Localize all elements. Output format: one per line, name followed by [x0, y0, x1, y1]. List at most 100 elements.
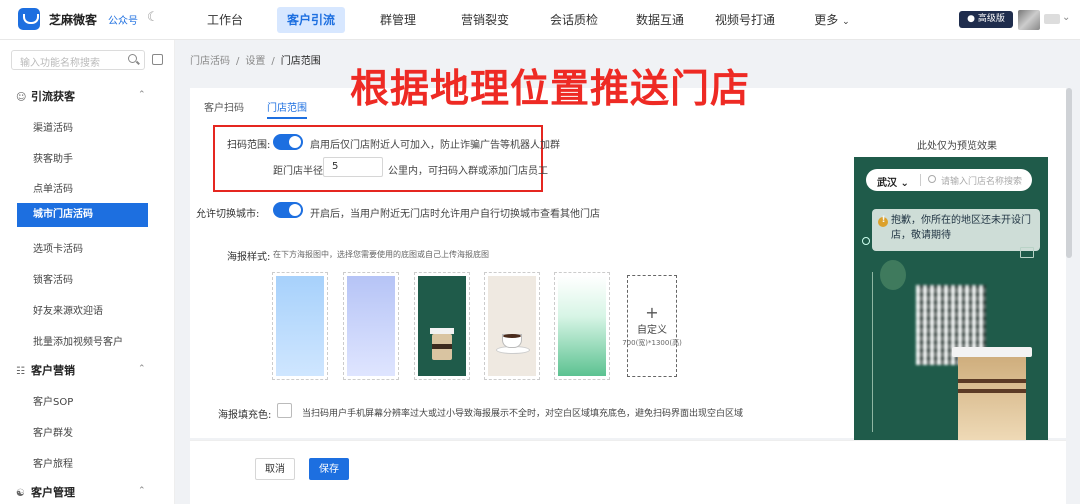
sidebar-item-customer-broadcast[interactable]: 客户群发 [33, 424, 73, 439]
cancel-button[interactable]: 取消 [255, 458, 295, 480]
notice-text: 抱歉，你所在的地区还未开设门店，敬请期待 [891, 215, 1031, 241]
tab-customer-scan[interactable]: 客户扫码 [204, 99, 244, 114]
sidebar-item-welcome-message[interactable]: 好友来源欢迎语 [33, 302, 103, 317]
nav-more-label: 更多 [814, 13, 839, 27]
nav-data-interop[interactable]: 数据互通 [634, 0, 686, 40]
annotation-headline: 根据地理位置推送门店 [350, 67, 751, 112]
save-button[interactable]: 保存 [309, 458, 349, 480]
moon-icon[interactable]: ☾ [147, 10, 159, 25]
coffee-cup-icon [430, 328, 454, 360]
sidebar-item-customer-sop[interactable]: 客户SOP [33, 393, 73, 408]
brand-sub-link[interactable]: 公众号 [108, 12, 138, 27]
preview-search-placeholder: 请输入门店名称搜索 [941, 177, 1023, 187]
cup-stripe [958, 379, 1026, 383]
poster-upload-custom[interactable]: + 自定义 700(宽)*1300(高) [622, 272, 682, 380]
sidebar-group-label: 引流获客 [31, 90, 75, 103]
brand-logo-icon[interactable] [18, 8, 40, 30]
nav-marketing-fission[interactable]: 营销裂变 [459, 0, 511, 40]
search-icon[interactable] [128, 54, 137, 63]
tab-store-range[interactable]: 门店范围 [267, 99, 307, 119]
custom-size: 700(宽)*1300(高) [622, 338, 682, 347]
preview-search-bar[interactable]: 武汉 ⌄ 请输入门店名称搜索 [866, 169, 1032, 191]
poster-option-4[interactable] [484, 272, 540, 380]
radius-label: 距门店半径 [273, 166, 323, 177]
scan-range-label: 扫码范围: [227, 140, 271, 151]
chevron-up-icon[interactable]: ⌃ [138, 486, 146, 496]
leaf-icon [862, 237, 870, 245]
sidebar-group-customer-management[interactable]: ☯ 客户管理 [16, 484, 75, 500]
sidebar-toggle-icon[interactable] [152, 54, 163, 65]
sidebar-search-input[interactable]: 输入功能名称搜索 [11, 50, 145, 70]
fill-color-label: 海报填充色: [218, 410, 272, 421]
sidebar-item-city-store-code[interactable]: 城市门店活码 [17, 203, 148, 227]
preview-title: 此处仅为预览效果 [917, 141, 997, 152]
sidebar-group-label: 客户营销 [31, 364, 75, 377]
plan-badge[interactable]: ● 高级版 [959, 11, 1013, 28]
nav-more[interactable]: 更多 ⌄ [812, 0, 852, 40]
sidebar-item-batch-add-video[interactable]: 批量添加视频号客户 [33, 333, 123, 348]
cup-lid [952, 347, 1032, 357]
avatar[interactable] [1018, 10, 1040, 30]
sidebar-group-acquisition[interactable]: ☺ 引流获客 [16, 88, 75, 104]
radius-hint: 公里内，可扫码入群或添加门店员工 [388, 166, 548, 177]
breadcrumb-item[interactable]: 设置 [245, 56, 265, 67]
cup-stripe [958, 389, 1026, 393]
plan-badge-label: 高级版 [977, 14, 1005, 24]
poster-option-2[interactable] [343, 272, 399, 380]
chevron-up-icon[interactable]: ⌃ [138, 90, 146, 100]
radius-input[interactable]: 5 [323, 157, 383, 177]
scan-range-hint: 启用后仅门店附近人可加入，防止诈骗广告等机器人加群 [310, 140, 560, 151]
scrollbar[interactable] [1066, 88, 1072, 258]
coffee-cup-illustration [958, 357, 1026, 440]
chevron-up-icon[interactable]: ⌃ [138, 364, 146, 374]
switch-city-hint: 开启后，当用户附近无门店时允许用户自行切换城市查看其他门店 [310, 209, 600, 220]
poster-style-label: 海报样式: [227, 252, 271, 263]
user-name-blurred[interactable] [1044, 14, 1060, 24]
poster-option-5[interactable] [554, 272, 610, 380]
poster-option-1[interactable] [272, 272, 328, 380]
nav-customer-acquisition[interactable]: 客户引流 [277, 7, 345, 33]
top-bar: 芝麻微客 公众号 ☾ 工作台 客户引流 群管理 营销裂变 会话质检 数据互通 视… [0, 0, 1080, 40]
poster-thumbnail [347, 276, 395, 376]
poster-preview: 武汉 ⌄ 请输入门店名称搜索 抱歉，你所在的地区还未开设门店，敬请期待 [854, 157, 1048, 440]
sidebar: 输入功能名称搜索 [0, 40, 175, 504]
user-plus-icon: ☺ [16, 92, 27, 103]
fill-color-checkbox[interactable] [277, 403, 292, 418]
nav-workbench[interactable]: 工作台 [207, 0, 243, 40]
brand-name[interactable]: 芝麻微客 [49, 11, 97, 28]
breadcrumb-separator: / [271, 56, 275, 67]
scan-range-toggle[interactable] [273, 134, 303, 150]
sidebar-search-placeholder: 输入功能名称搜索 [20, 58, 100, 69]
list-icon: ☷ [16, 366, 25, 377]
sidebar-item-acquisition-assistant[interactable]: 获客助手 [33, 150, 73, 165]
sidebar-item-tab-code[interactable]: 选项卡活码 [33, 240, 83, 255]
coffee-surface [503, 334, 521, 338]
edit-icon [1020, 247, 1034, 258]
switch-city-toggle[interactable] [273, 202, 303, 218]
plus-icon: + [645, 302, 659, 322]
poster-option-3[interactable] [414, 272, 470, 380]
divider [920, 174, 921, 186]
sidebar-group-label: 客户管理 [31, 486, 75, 499]
user-menu-chevron-icon[interactable]: ⌄ [1062, 12, 1070, 23]
nav-session-qa[interactable]: 会话质检 [548, 0, 600, 40]
search-icon [928, 175, 936, 183]
poster-thumbnail [418, 276, 466, 376]
nav-group-management[interactable]: 群管理 [374, 0, 422, 40]
breadcrumb-current: 门店范围 [280, 56, 321, 67]
fill-color-hint: 当扫码用户手机屏幕分辨率过大或过小导致海报展示不全时，对空白区域填充底色，避免扫… [302, 409, 744, 419]
sidebar-item-customer-journey[interactable]: 客户旅程 [33, 455, 73, 470]
sidebar-item-order-code[interactable]: 点单活码 [33, 180, 73, 195]
city-selector[interactable]: 武汉 ⌄ [877, 174, 909, 189]
decorative-line [872, 272, 873, 432]
people-icon: ☯ [16, 488, 25, 499]
sidebar-group-marketing[interactable]: ☷ 客户营销 [16, 362, 75, 378]
poster-thumbnail [488, 276, 536, 376]
crown-icon: ● [967, 14, 975, 24]
breadcrumb-item[interactable]: 门店活码 [190, 56, 230, 67]
sidebar-item-lock-code[interactable]: 锁客活码 [33, 271, 73, 286]
poster-thumbnail [558, 276, 606, 376]
nav-video-channel[interactable]: 视频号打通 [713, 0, 777, 40]
sidebar-item-channel-code[interactable]: 渠道活码 [33, 119, 73, 134]
custom-upload-box[interactable]: + 自定义 700(宽)*1300(高) [622, 275, 682, 377]
